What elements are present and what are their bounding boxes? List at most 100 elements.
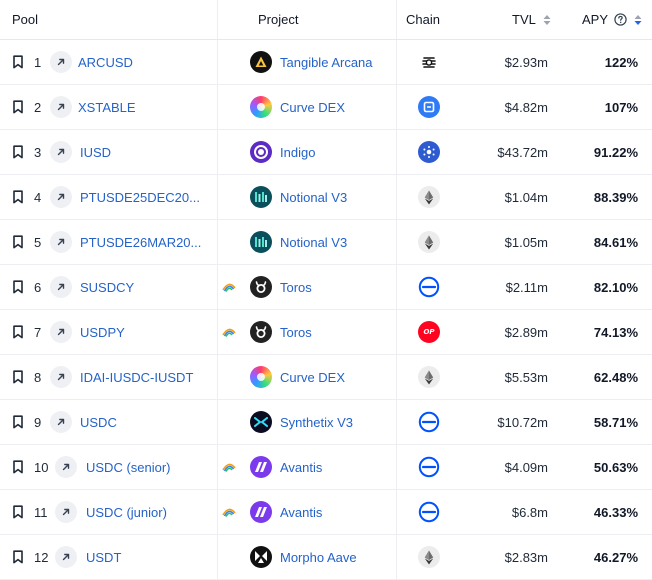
rank-number: 1 bbox=[34, 54, 42, 70]
synthetix-logo-icon bbox=[250, 411, 272, 433]
pool-link[interactable]: SUSDCY bbox=[80, 265, 134, 309]
open-pool-button[interactable] bbox=[50, 85, 72, 129]
open-pool-button[interactable] bbox=[50, 40, 72, 84]
project-link[interactable]: Tangible Arcana bbox=[250, 40, 373, 84]
project-link[interactable]: Curve DEX bbox=[250, 85, 345, 129]
pool-link[interactable]: USDC (junior) bbox=[86, 490, 167, 534]
tvl-value: $2.89m bbox=[504, 324, 548, 340]
question-circle-icon[interactable] bbox=[614, 13, 628, 26]
table-row: 7 USDPY Toros OP $2.89m 74.13% bbox=[0, 310, 652, 355]
ethereum-chain-icon bbox=[418, 535, 440, 579]
header-project: Project bbox=[258, 12, 299, 27]
pool-link[interactable]: PTUSDE25DEC20... bbox=[80, 175, 200, 219]
bookmark-icon[interactable] bbox=[12, 535, 26, 579]
project-link[interactable]: Avantis bbox=[250, 445, 322, 489]
base-chain-icon bbox=[418, 400, 440, 444]
project-name: Synthetix V3 bbox=[280, 414, 353, 430]
apy-value: 46.33% bbox=[593, 504, 638, 520]
table-row: 1 ARCUSD Tangible Arcana $2.93m 122% bbox=[0, 40, 652, 85]
pool-link[interactable]: ARCUSD bbox=[78, 40, 133, 84]
bookmark-icon[interactable] bbox=[12, 175, 26, 219]
open-pool-button[interactable] bbox=[55, 445, 77, 489]
project-link[interactable]: Toros bbox=[250, 265, 312, 309]
open-pool-button[interactable] bbox=[50, 220, 72, 264]
project-name: Notional V3 bbox=[280, 189, 348, 205]
bookmark-icon[interactable] bbox=[12, 490, 26, 534]
open-pool-button[interactable] bbox=[55, 490, 77, 534]
pool-link[interactable]: IDAI-IUSDC-IUSDT bbox=[80, 355, 193, 399]
header-tvl: TVL bbox=[512, 12, 536, 27]
table-row: 11 USDC (junior) Avantis $6.8m 46.33% bbox=[0, 490, 652, 535]
project-link[interactable]: Avantis bbox=[250, 490, 322, 534]
open-pool-button[interactable] bbox=[50, 400, 72, 444]
bookmark-icon[interactable] bbox=[12, 220, 26, 264]
rank-number: 2 bbox=[34, 99, 42, 115]
bookmark-icon[interactable] bbox=[12, 85, 26, 129]
project-link[interactable]: Synthetix V3 bbox=[250, 400, 353, 444]
zksync-chain-icon bbox=[418, 85, 440, 129]
arrow-up-right-icon bbox=[55, 456, 77, 478]
open-pool-button[interactable] bbox=[50, 175, 72, 219]
project-link[interactable]: Curve DEX bbox=[250, 355, 345, 399]
table-row: 10 USDC (senior) Avantis $4.09m 50.63% bbox=[0, 445, 652, 490]
project-name: Toros bbox=[280, 324, 312, 340]
pool-link[interactable]: PTUSDE26MAR20... bbox=[80, 220, 201, 264]
arrow-up-right-icon bbox=[50, 51, 72, 73]
header-apy-sort[interactable]: APY bbox=[582, 12, 642, 27]
apy-value: 82.10% bbox=[593, 279, 638, 295]
project-link[interactable]: Toros bbox=[250, 310, 312, 354]
toros-logo-icon bbox=[250, 276, 272, 298]
open-pool-button[interactable] bbox=[50, 265, 72, 309]
bookmark-icon[interactable] bbox=[12, 40, 26, 84]
project-name: Curve DEX bbox=[280, 369, 346, 385]
project-name: Avantis bbox=[280, 504, 323, 520]
bookmark-icon[interactable] bbox=[12, 310, 26, 354]
pool-link[interactable]: USDT bbox=[86, 535, 121, 579]
pool-link[interactable]: XSTABLE bbox=[78, 85, 136, 129]
project-link[interactable]: Morpho Aave bbox=[250, 535, 357, 579]
bookmark-icon[interactable] bbox=[12, 130, 26, 174]
rank-number: 9 bbox=[34, 414, 42, 430]
arrow-up-right-icon bbox=[50, 321, 72, 343]
pool-link[interactable]: USDC (senior) bbox=[86, 445, 171, 489]
indigo-logo-icon bbox=[250, 141, 272, 163]
rank-number: 11 bbox=[34, 504, 48, 520]
rank-number: 4 bbox=[34, 189, 42, 205]
arrow-up-right-icon bbox=[50, 186, 72, 208]
table-header: Pool Project Chain TVL APY bbox=[0, 0, 652, 40]
tvl-value: $6.8m bbox=[511, 504, 548, 520]
pool-link[interactable]: USDPY bbox=[80, 310, 125, 354]
pool-link[interactable]: IUSD bbox=[80, 130, 111, 174]
project-name: Avantis bbox=[280, 459, 323, 475]
apy-value: 62.48% bbox=[593, 369, 638, 385]
project-name: Morpho Aave bbox=[280, 549, 357, 565]
arrow-up-right-icon bbox=[50, 231, 72, 253]
open-pool-button[interactable] bbox=[50, 130, 72, 174]
rewards-rainbow-icon bbox=[222, 265, 238, 309]
cardano-chain-icon bbox=[418, 130, 440, 174]
header-chain: Chain bbox=[406, 12, 440, 27]
arrow-up-right-icon bbox=[50, 276, 72, 298]
open-pool-button[interactable] bbox=[50, 310, 72, 354]
rank-number: 8 bbox=[34, 369, 42, 385]
bookmark-icon[interactable] bbox=[12, 445, 26, 489]
project-name: Toros bbox=[280, 279, 312, 295]
project-link[interactable]: Notional V3 bbox=[250, 220, 347, 264]
apy-value: 50.63% bbox=[593, 459, 638, 475]
table-row: 5 PTUSDE26MAR20... Notional V3 $1.05m 84.61% bbox=[0, 220, 652, 265]
arrow-up-right-icon bbox=[50, 141, 72, 163]
bookmark-icon[interactable] bbox=[12, 355, 26, 399]
bookmark-icon[interactable] bbox=[12, 265, 26, 309]
morpho-logo-icon bbox=[250, 546, 272, 568]
open-pool-button[interactable] bbox=[55, 535, 77, 579]
header-tvl-sort[interactable]: TVL bbox=[512, 12, 551, 27]
optimism-chain-icon: OP bbox=[418, 310, 440, 354]
base-chain-icon bbox=[418, 490, 440, 534]
bookmark-icon[interactable] bbox=[12, 400, 26, 444]
tvl-value: $2.83m bbox=[504, 549, 548, 565]
project-link[interactable]: Notional V3 bbox=[250, 175, 347, 219]
project-link[interactable]: Indigo bbox=[250, 130, 315, 174]
table-row: 4 PTUSDE25DEC20... Notional V3 $1.04m 88.39% bbox=[0, 175, 652, 220]
open-pool-button[interactable] bbox=[50, 355, 72, 399]
pool-link[interactable]: USDC bbox=[80, 400, 117, 444]
